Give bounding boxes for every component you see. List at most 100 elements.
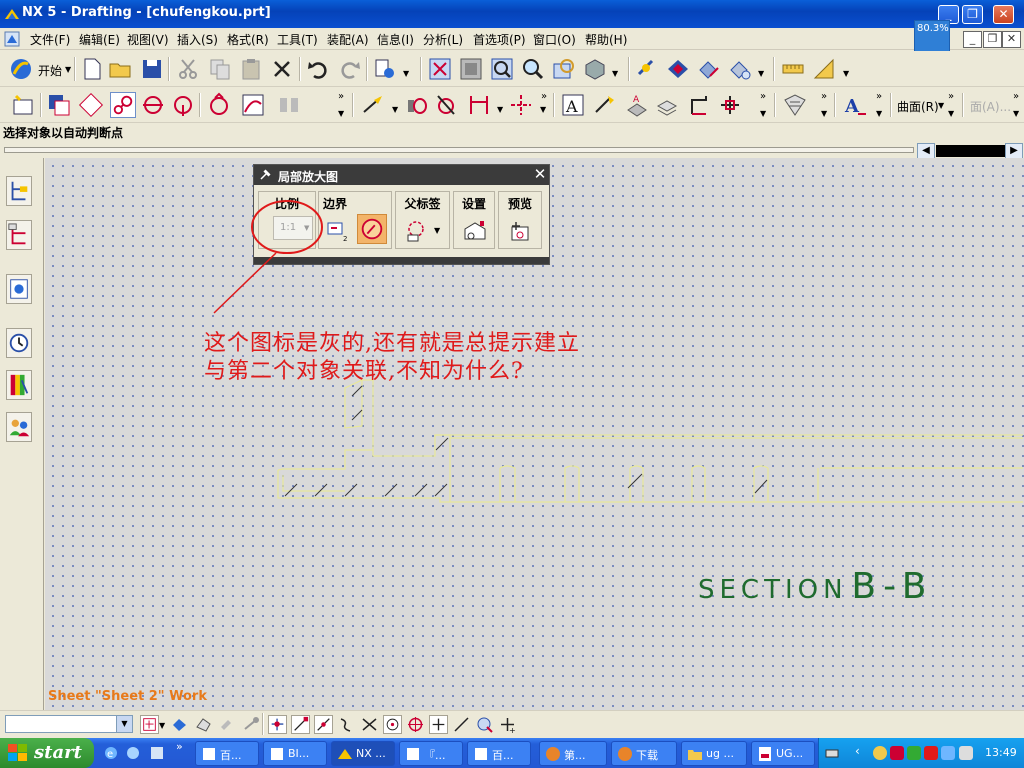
scroll-track[interactable] — [4, 147, 914, 153]
label-style-dropdown-icon[interactable]: ▼ — [434, 226, 440, 235]
restore-button[interactable]: ❐ — [962, 5, 983, 24]
select-all-icon[interactable] — [170, 715, 189, 734]
view-display-icon[interactable] — [276, 92, 302, 118]
show-hide-dropdown-icon[interactable]: ▼ — [758, 69, 764, 78]
tray-expand-icon[interactable]: ‹ — [855, 744, 860, 758]
security-tray-icon[interactable] — [907, 746, 921, 760]
detail-view-icon[interactable] — [110, 92, 136, 118]
show-hide-icon[interactable] — [696, 56, 722, 82]
app-quicklaunch-icon[interactable] — [150, 746, 164, 760]
datum-feature-icon[interactable]: A — [624, 92, 650, 118]
feature-control-frame-icon[interactable] — [592, 92, 618, 118]
scale-select[interactable]: 1:1 ▼ — [273, 216, 313, 240]
more-style-chevron-icon[interactable]: » — [876, 91, 882, 102]
snap-point-on-line-icon[interactable] — [452, 715, 471, 734]
snap-control-point-icon[interactable] — [337, 715, 356, 734]
taskbar-item-2[interactable]: BI... — [263, 741, 327, 766]
menu-information[interactable]: 信息(I) — [377, 31, 414, 48]
table-dropdown-icon[interactable]: ▼ — [821, 109, 827, 118]
kaspersky-tray-icon[interactable] — [924, 746, 938, 760]
deselect-icon[interactable] — [218, 715, 237, 734]
new-file-icon[interactable] — [79, 56, 105, 82]
type-filter-dropdown-icon[interactable]: ▼ — [116, 716, 132, 732]
annotation-dropdown-icon[interactable]: ▼ — [760, 109, 766, 118]
start-menu-label[interactable]: 开始 — [38, 62, 62, 79]
doc-minimize-button[interactable]: _ — [963, 31, 982, 48]
snap-existing-point-icon[interactable] — [268, 715, 287, 734]
label-style-icon[interactable] — [404, 219, 430, 243]
browser-quicklaunch-icon[interactable] — [126, 746, 140, 760]
cylindrical-dimension-icon[interactable] — [404, 92, 430, 118]
dialog-title-bar[interactable]: 局部放大图 ✕ — [254, 165, 549, 185]
more-dimension-chevron-icon[interactable]: » — [541, 91, 547, 102]
fit-view-icon[interactable] — [427, 56, 453, 82]
measure-distance-icon[interactable] — [780, 56, 806, 82]
horizontal-scrollbar[interactable]: ◀ ▶ — [0, 142, 1024, 159]
qq-tray-icon[interactable] — [873, 746, 887, 760]
start-button[interactable]: start — [0, 738, 94, 768]
menu-insert[interactable]: 插入(S) — [177, 31, 218, 48]
taskbar-item-5[interactable]: 百... — [467, 741, 531, 766]
section-view-icon[interactable] — [140, 92, 166, 118]
scroll-thumb[interactable] — [936, 145, 1006, 157]
inferred-dimension-icon[interactable] — [360, 92, 386, 118]
menu-view[interactable]: 视图(V) — [127, 31, 169, 48]
roles-icon[interactable] — [6, 412, 32, 442]
centerline-dropdown-icon[interactable]: ▼ — [540, 105, 546, 114]
menu-preferences[interactable]: 首选项(P) — [473, 31, 526, 48]
half-section-view-icon[interactable] — [170, 92, 196, 118]
paste-icon[interactable] — [238, 56, 264, 82]
tabular-note-icon[interactable] — [782, 92, 808, 118]
new-sheet-icon[interactable] — [10, 92, 36, 118]
projected-view-icon[interactable] — [78, 92, 104, 118]
taskbar-item-9[interactable]: UG... — [751, 741, 815, 766]
break-out-section-icon[interactable] — [240, 92, 266, 118]
selection-filter-icon[interactable] — [665, 56, 691, 82]
rectangular-boundary-icon[interactable]: 2 — [325, 219, 351, 243]
angular-dimension-icon[interactable] — [434, 92, 460, 118]
title-bar[interactable]: NX 5 - Drafting - [chufengkou.prt] _ ❐ ✕ — [0, 0, 1024, 28]
taskbar-item-8[interactable]: ug ... — [681, 741, 747, 766]
pin-icon[interactable] — [258, 168, 272, 182]
horizontal-dimension-icon[interactable] — [466, 92, 492, 118]
style-dropdown-icon[interactable]: ▼ — [876, 109, 882, 118]
menu-file[interactable]: 文件(F) — [30, 31, 70, 48]
preview-icon[interactable] — [508, 219, 534, 243]
snap-intersection-icon[interactable] — [360, 715, 379, 734]
undo-icon[interactable] — [305, 56, 331, 82]
taskbar-item-1[interactable]: 百... — [195, 741, 259, 766]
more-annotation-chevron-icon[interactable]: » — [760, 91, 766, 102]
menu-help[interactable]: 帮助(H) — [585, 31, 627, 48]
symbol-icon[interactable] — [654, 92, 680, 118]
dimension-dropdown-icon[interactable]: ▼ — [392, 105, 398, 114]
zoom-icon[interactable] — [520, 56, 546, 82]
doc-close-button[interactable]: ✕ — [1002, 31, 1021, 48]
more-table-chevron-icon[interactable]: » — [821, 91, 827, 102]
measure-angle-icon[interactable] — [811, 56, 837, 82]
delete-icon[interactable] — [269, 56, 295, 82]
dialog-close-button[interactable]: ✕ — [532, 166, 548, 183]
taskbar-item-6[interactable]: 第... — [539, 741, 607, 766]
snap-surface-point-icon[interactable] — [475, 715, 494, 734]
weld-symbol-icon[interactable] — [717, 92, 743, 118]
close-window-button[interactable]: ✕ — [993, 5, 1014, 24]
save-icon[interactable] — [139, 56, 165, 82]
revolved-section-icon[interactable] — [206, 92, 232, 118]
palette-icon[interactable] — [6, 274, 32, 304]
antivirus-tray-icon[interactable] — [890, 746, 904, 760]
snap-mid-point-icon[interactable] — [314, 715, 333, 734]
menu-edit[interactable]: 编辑(E) — [79, 31, 120, 48]
scope-dropdown-icon[interactable]: ▼ — [159, 721, 165, 730]
system-materials-icon[interactable] — [6, 370, 32, 400]
redo-icon[interactable] — [337, 56, 363, 82]
pan-icon[interactable] — [551, 56, 577, 82]
point-constructor-icon[interactable]: + — [498, 715, 517, 734]
measure-dropdown-icon[interactable]: ▼ — [843, 69, 849, 78]
render-dropdown-icon[interactable]: ▼ — [612, 69, 618, 78]
zoom-window-icon[interactable] — [458, 56, 484, 82]
dimension-type-dropdown-icon[interactable]: ▼ — [497, 105, 503, 114]
part-navigator-icon[interactable] — [6, 220, 32, 250]
doc-restore-button[interactable]: ❐ — [983, 31, 1002, 48]
surface-more-dropdown-icon[interactable]: ▼ — [948, 109, 954, 118]
menu-window[interactable]: 窗口(O) — [533, 31, 576, 48]
